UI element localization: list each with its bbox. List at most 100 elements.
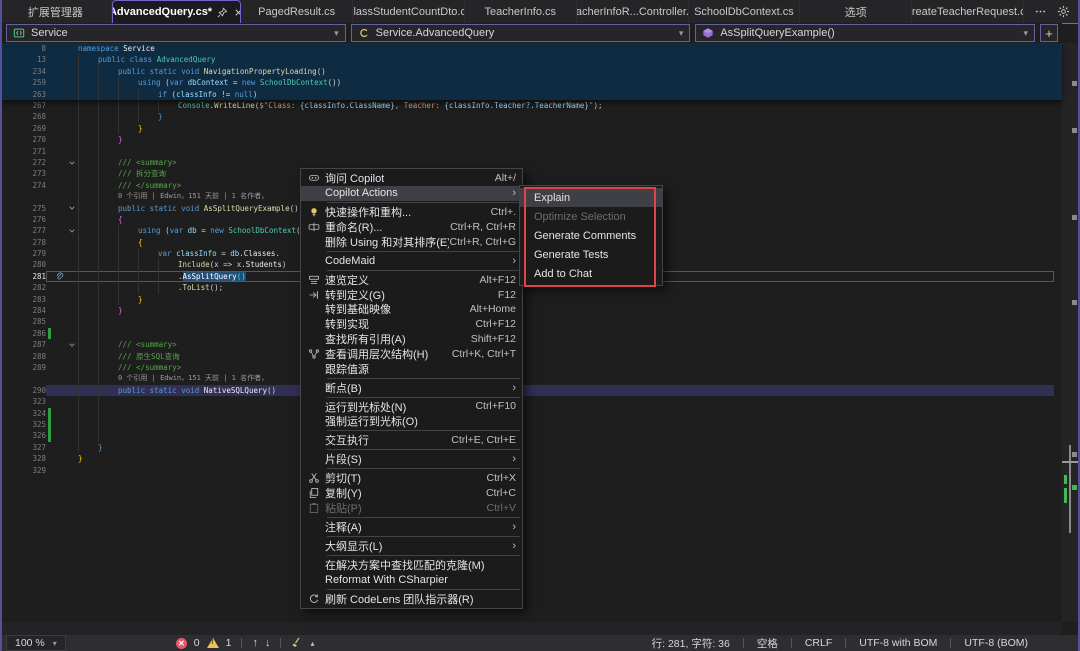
submenu-item[interactable]: Explain xyxy=(520,188,662,207)
arrow-up-icon[interactable]: ↑ xyxy=(252,637,258,649)
breakpoint-margin[interactable] xyxy=(2,168,20,179)
tab[interactable]: ClassStudentCountDto.cs xyxy=(353,0,465,23)
code-line[interactable]: 271 xyxy=(2,146,1062,157)
code-line[interactable]: 234public static void NavigationProperty… xyxy=(2,66,1062,77)
breadcrumb-scope-dropdown[interactable]: AsSplitQueryExample()▾ xyxy=(695,24,1035,42)
menu-item[interactable]: 运行到光标处(N)Ctrl+F10 xyxy=(301,399,522,414)
code-line[interactable]: 325 xyxy=(2,419,1062,430)
breakpoint-margin[interactable] xyxy=(2,77,20,88)
status-item[interactable]: 空格 xyxy=(751,636,784,651)
submenu-item[interactable]: Generate Tests xyxy=(520,245,662,264)
code-line[interactable]: 287/// <summary> xyxy=(2,339,1062,350)
menu-item[interactable]: 重命名(R)...Ctrl+R, Ctrl+R xyxy=(301,220,522,235)
breakpoint-margin[interactable] xyxy=(2,89,20,100)
sticky-scroll[interactable]: 8namespace Service13public class Advance… xyxy=(2,43,1062,100)
breakpoint-margin[interactable] xyxy=(2,294,20,305)
menu-item[interactable]: 片段(S)› xyxy=(301,452,522,467)
tab[interactable]: PagedResult.cs xyxy=(241,0,353,23)
menu-item[interactable]: 查找所有引用(A)Shift+F12 xyxy=(301,332,522,347)
error-icon[interactable]: ✕ xyxy=(176,638,187,649)
code-line[interactable]: 263if (classInfo != null) xyxy=(2,89,1062,100)
menu-item[interactable]: 删除 Using 和对其排序(E)Ctrl+R, Ctrl+G xyxy=(301,234,522,249)
code-line[interactable]: 286 xyxy=(2,328,1062,339)
close-icon[interactable] xyxy=(233,7,241,18)
status-item[interactable]: 行: 281, 字符: 36 xyxy=(646,636,736,651)
breakpoint-margin[interactable] xyxy=(2,237,20,248)
code-line[interactable]: 268} xyxy=(2,111,1062,122)
tab[interactable]: 选项 xyxy=(800,0,912,23)
chevron-down-icon[interactable] xyxy=(66,339,78,350)
breakpoint-margin[interactable] xyxy=(2,419,20,430)
breakpoint-margin[interactable] xyxy=(2,430,20,441)
code-line[interactable]: 8namespace Service xyxy=(2,43,1062,54)
code-line[interactable]: 324 xyxy=(2,408,1062,419)
menu-item[interactable]: 交互执行Ctrl+E, Ctrl+E xyxy=(301,433,522,448)
menu-item[interactable]: 查看调用层次结构(H)Ctrl+K, Ctrl+T xyxy=(301,346,522,361)
scrollbar-thumb[interactable] xyxy=(1069,445,1071,533)
menu-item[interactable]: Reformat With CSharpier xyxy=(301,572,522,587)
breakpoint-margin[interactable] xyxy=(2,362,20,373)
code-line[interactable]: 327} xyxy=(2,442,1062,453)
breakpoint-margin[interactable] xyxy=(2,157,20,168)
menu-item[interactable]: 跟踪值源 xyxy=(301,361,522,376)
pin-icon[interactable] xyxy=(217,7,228,18)
code-editor[interactable]: 267Console.WriteLine($"Class: {classInfo… xyxy=(2,100,1062,622)
breakpoint-margin[interactable] xyxy=(2,214,20,225)
breakpoint-margin[interactable] xyxy=(2,100,20,111)
status-item[interactable]: UTF-8 (BOM) xyxy=(958,637,1034,649)
chevron-right-icon[interactable] xyxy=(66,385,78,396)
breakpoint-margin[interactable] xyxy=(2,225,20,236)
breakpoint-margin[interactable] xyxy=(2,396,20,407)
breadcrumb-scope-dropdown[interactable]: Service.AdvancedQuery▾ xyxy=(351,24,691,42)
arrow-down-icon[interactable]: ↓ xyxy=(265,637,271,649)
breakpoint-margin[interactable] xyxy=(2,408,20,419)
horizontal-scrollbar[interactable] xyxy=(2,622,1062,635)
breakpoint-margin[interactable] xyxy=(2,54,20,65)
menu-item[interactable]: CodeMaid› xyxy=(301,253,522,268)
breakpoint-margin[interactable] xyxy=(2,203,20,214)
menu-item[interactable]: 询问 CopilotAlt+/ xyxy=(301,171,522,186)
tab[interactable]: AdvancedQuery.cs* xyxy=(112,0,241,23)
broom-icon[interactable] xyxy=(291,637,303,649)
breakpoint-margin[interactable] xyxy=(2,180,20,191)
status-item[interactable]: CRLF xyxy=(799,637,838,649)
menu-item[interactable]: Copilot Actions› xyxy=(301,186,522,201)
menu-item[interactable]: 注释(A)› xyxy=(301,519,522,534)
menu-item[interactable]: 断点(B)› xyxy=(301,380,522,395)
code-line[interactable]: 259using (var dbContext = new SchoolDbCo… xyxy=(2,77,1062,88)
code-line[interactable]: 272/// <summary> xyxy=(2,157,1062,168)
breakpoint-margin[interactable] xyxy=(2,351,20,362)
code-line[interactable]: 285 xyxy=(2,316,1062,327)
menu-item[interactable]: 快速操作和重构...Ctrl+. xyxy=(301,205,522,220)
code-line[interactable]: 329 xyxy=(2,465,1062,476)
menu-item[interactable]: 刷新 CodeLens 团队指示器(R) xyxy=(301,591,522,606)
breakpoint-margin[interactable] xyxy=(2,328,20,339)
code-line[interactable]: 284} xyxy=(2,305,1062,316)
breakpoint-margin[interactable] xyxy=(2,305,20,316)
menu-item[interactable]: 转到基础映像Alt+Home xyxy=(301,302,522,317)
code-line[interactable]: 328} xyxy=(2,453,1062,464)
codelens-line[interactable]: 0 个引用 | Edwin，151 天前 | 1 名作者， xyxy=(2,373,1062,384)
vertical-scrollbar[interactable] xyxy=(1062,43,1078,622)
breakpoint-margin[interactable] xyxy=(2,271,20,282)
breakpoint-margin[interactable] xyxy=(2,316,20,327)
breakpoint-margin[interactable] xyxy=(2,134,20,145)
code-line[interactable]: 289/// </summary> xyxy=(2,362,1062,373)
menu-item[interactable]: 在解决方案中查找匹配的克隆(M) xyxy=(301,557,522,572)
gear-icon[interactable] xyxy=(1057,5,1070,18)
code-line[interactable]: 326 xyxy=(2,430,1062,441)
breadcrumb-scope-dropdown[interactable]: Service▾ xyxy=(6,24,346,42)
ellipsis-icon[interactable] xyxy=(1034,5,1047,18)
breakpoint-margin[interactable] xyxy=(2,385,20,396)
breakpoint-margin[interactable] xyxy=(2,259,20,270)
status-item[interactable]: UTF-8 with BOM xyxy=(853,637,943,649)
code-line[interactable]: 288/// 原生SQL查询 xyxy=(2,351,1062,362)
breakpoint-margin[interactable] xyxy=(2,146,20,157)
zoom-control[interactable]: 100 % ▾ xyxy=(6,635,66,651)
chevron-down-icon[interactable] xyxy=(66,225,78,236)
code-line[interactable]: 283} xyxy=(2,294,1062,305)
breakpoint-margin[interactable] xyxy=(2,339,20,350)
tab[interactable]: SchoolDbContext.cs xyxy=(689,0,801,23)
code-line[interactable]: 267Console.WriteLine($"Class: {classInfo… xyxy=(2,100,1062,111)
breakpoint-margin[interactable] xyxy=(2,453,20,464)
